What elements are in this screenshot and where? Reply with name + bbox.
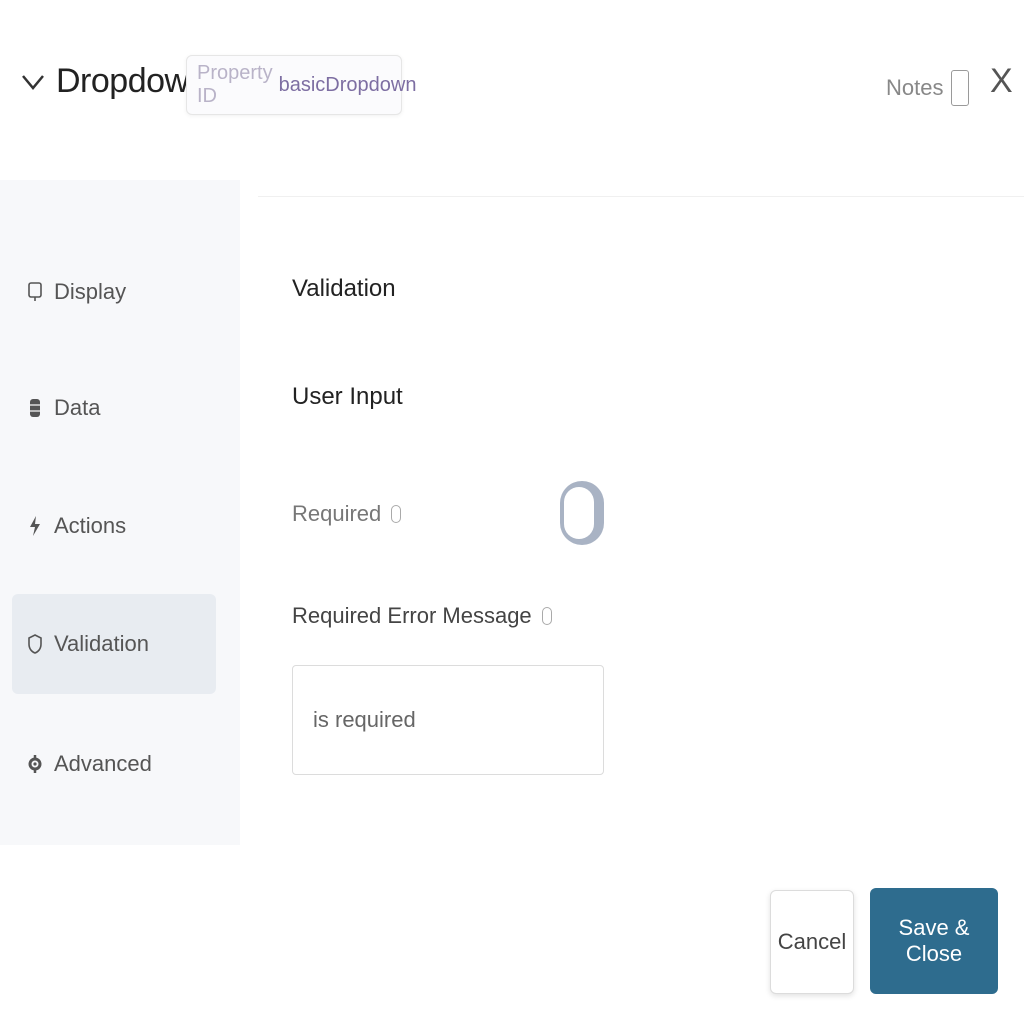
notes-button[interactable]: Notes (886, 70, 970, 106)
dialog-footer: Cancel Save & Close (0, 850, 1024, 1024)
lightning-icon (26, 514, 44, 538)
toggle-knob (564, 487, 594, 539)
error-message-input[interactable] (292, 665, 604, 775)
info-icon[interactable] (391, 505, 402, 523)
sidebar-item-label: Actions (54, 513, 127, 538)
required-toggle[interactable] (560, 481, 604, 545)
sidebar-item-label: Data (54, 395, 101, 420)
title-toggle[interactable]: Dropdown (20, 62, 207, 101)
dialog-header: Dropdown Property ID basicDropdown Notes… (0, 0, 1024, 175)
property-id-label: Property ID (197, 62, 273, 107)
error-message-label: Required Error Message (292, 603, 532, 628)
required-label: Required (292, 501, 382, 526)
property-id-field[interactable]: Property ID basicDropdown (186, 55, 416, 115)
save-close-button[interactable]: Save & Close (870, 888, 998, 994)
subsection-title: User Input (292, 383, 403, 410)
shield-icon (26, 632, 44, 656)
database-icon (26, 396, 44, 420)
property-id-value: basicDropdown (278, 73, 417, 96)
close-button[interactable]: X (990, 62, 1013, 101)
chevron-down-icon[interactable] (20, 69, 46, 95)
sidebar-item-display[interactable]: Display (12, 242, 216, 342)
notes-icon (951, 70, 970, 106)
cancel-button[interactable]: Cancel (770, 890, 854, 994)
notes-label: Notes (886, 75, 944, 100)
dialog-title: Dropdown (56, 62, 207, 100)
sidebar-item-label: Validation (54, 631, 149, 656)
section-title: Validation (292, 275, 396, 302)
error-message-label-row: Required Error Message (292, 603, 552, 629)
sidebar-item-advanced[interactable]: Advanced (12, 714, 216, 814)
info-icon[interactable] (541, 607, 552, 625)
component-settings-dialog: Dropdown Property ID basicDropdown Notes… (0, 0, 1024, 1024)
gear-icon (26, 752, 44, 776)
sidebar-item-label: Display (54, 279, 127, 304)
sidebar-item-label: Advanced (54, 751, 152, 776)
settings-sidebar: Display Data Actions Validation Advanced (0, 180, 240, 845)
monitor-icon (26, 280, 44, 304)
settings-panel: Validation User Input Required Required … (258, 196, 1024, 841)
required-label-row: Required (292, 501, 402, 527)
sidebar-item-data[interactable]: Data (12, 358, 216, 458)
sidebar-item-actions[interactable]: Actions (12, 476, 216, 576)
sidebar-item-validation[interactable]: Validation (12, 594, 216, 694)
